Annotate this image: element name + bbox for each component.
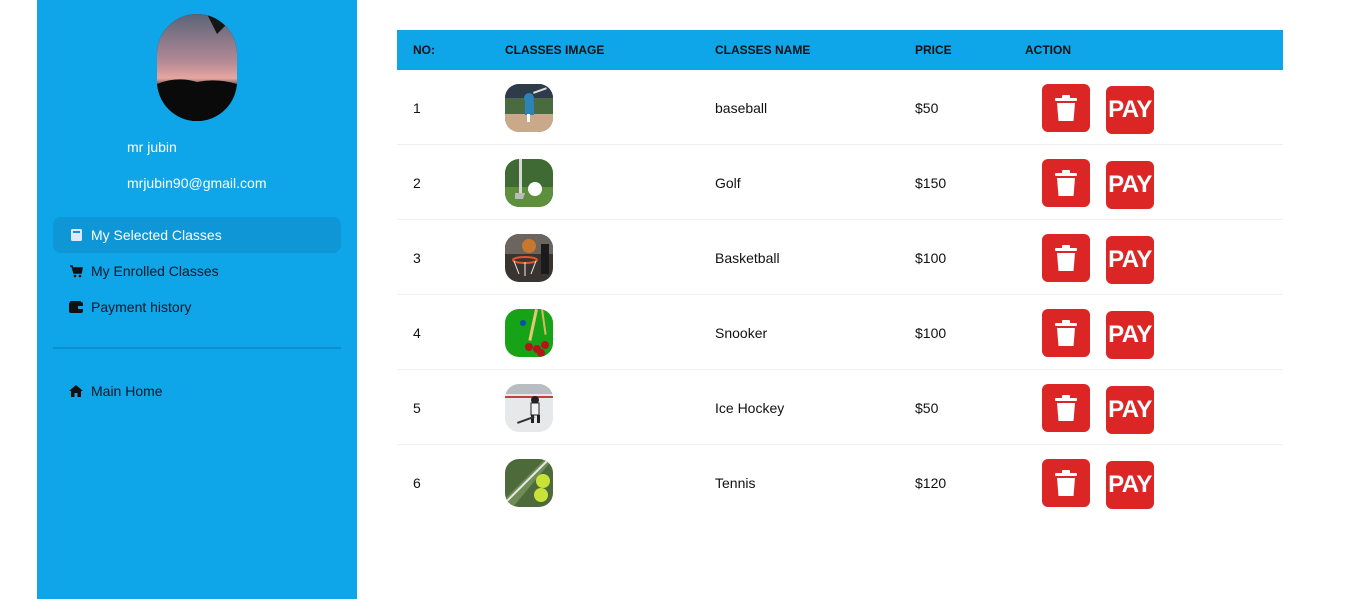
class-price: $50	[915, 399, 939, 416]
class-price: $100	[915, 324, 947, 341]
action-cell: PAY	[1042, 145, 1154, 220]
delete-button[interactable]	[1042, 233, 1090, 282]
basketball-thumb	[505, 233, 553, 282]
golf-thumb	[505, 158, 553, 207]
selected-classes-table: NO: CLASSES IMAGE CLASSES NAME PRICE ACT…	[397, 30, 1283, 520]
pay-button[interactable]: PAY	[1106, 160, 1154, 209]
delete-button[interactable]	[1042, 158, 1090, 207]
ice-hockey-thumb	[505, 383, 553, 432]
pay-button[interactable]: PAY	[1106, 385, 1154, 434]
sidebar-item-main-home[interactable]: Main Home	[53, 373, 341, 409]
action-cell: PAY	[1042, 445, 1154, 520]
class-name: Snooker	[715, 324, 768, 341]
user-name: mr jubin	[127, 139, 177, 155]
trash-icon	[1055, 394, 1077, 421]
sidebar-item-my-selected-classes[interactable]: My Selected Classes	[53, 217, 341, 253]
sidebar-nav: My Selected Classes My Enrolled Classes …	[53, 217, 341, 325]
home-icon	[69, 384, 83, 398]
sidebar-item-payment-history[interactable]: Payment history	[53, 289, 341, 325]
class-image-cell	[505, 220, 553, 295]
header-no: NO:	[413, 43, 435, 57]
class-image-cell	[505, 295, 553, 370]
row-number: 6	[413, 474, 421, 491]
trash-icon	[1055, 244, 1077, 271]
class-name: Basketball	[715, 249, 780, 266]
sidebar-item-my-enrolled-classes[interactable]: My Enrolled Classes	[53, 253, 341, 289]
sidebar-item-label: My Selected Classes	[91, 227, 222, 243]
table-row: 6 Tennis $120 PAY	[397, 445, 1283, 520]
trash-icon	[1055, 319, 1077, 346]
row-number: 3	[413, 249, 421, 266]
pay-button[interactable]: PAY	[1106, 460, 1154, 509]
sidebar-secondary-nav: Main Home	[53, 373, 341, 409]
class-name: Ice Hockey	[715, 399, 785, 416]
delete-button[interactable]	[1042, 383, 1090, 432]
class-name: Golf	[715, 174, 741, 191]
row-number: 4	[413, 324, 421, 341]
row-number: 1	[413, 99, 421, 116]
trash-icon	[1055, 94, 1077, 121]
sidebar-item-label: Main Home	[91, 383, 163, 399]
header-name: CLASSES NAME	[715, 43, 811, 57]
action-cell: PAY	[1042, 295, 1154, 370]
trash-icon	[1055, 469, 1077, 496]
avatar	[157, 14, 237, 121]
class-price: $100	[915, 249, 947, 266]
class-image-cell	[505, 445, 553, 520]
action-cell: PAY	[1042, 220, 1154, 295]
user-email: mrjubin90@gmail.com	[127, 175, 267, 191]
table-header: NO: CLASSES IMAGE CLASSES NAME PRICE ACT…	[397, 30, 1283, 70]
sidebar-item-label: My Enrolled Classes	[91, 263, 219, 279]
row-number: 2	[413, 174, 421, 191]
class-name: baseball	[715, 99, 768, 116]
class-name: Tennis	[715, 474, 756, 491]
header-action: ACTION	[1025, 43, 1071, 57]
trash-icon	[1055, 169, 1077, 196]
sidebar-item-label: Payment history	[91, 299, 192, 315]
pay-button[interactable]: PAY	[1106, 235, 1154, 284]
book-icon	[69, 228, 83, 242]
table-row: 4 Snooker $100 PAY	[397, 295, 1283, 370]
baseball-thumb	[505, 83, 553, 132]
snooker-thumb	[505, 308, 553, 357]
class-image-cell	[505, 70, 553, 145]
delete-button[interactable]	[1042, 83, 1090, 132]
class-image-cell	[505, 370, 553, 445]
header-price: PRICE	[915, 43, 952, 57]
cart-icon	[69, 264, 83, 278]
table-row: 1 baseball $50 PAY	[397, 70, 1283, 145]
class-image-cell	[505, 145, 553, 220]
class-price: $50	[915, 99, 939, 116]
table-row: 5 Ice Hockey $50 PAY	[397, 370, 1283, 445]
table-row: 2 Golf $150 PAY	[397, 145, 1283, 220]
tennis-thumb	[505, 458, 553, 507]
action-cell: PAY	[1042, 70, 1154, 145]
delete-button[interactable]	[1042, 308, 1090, 357]
pay-button[interactable]: PAY	[1106, 310, 1154, 359]
pay-button[interactable]: PAY	[1106, 85, 1154, 134]
table-row: 3 Basketball $100 PAY	[397, 220, 1283, 295]
class-price: $150	[915, 174, 947, 191]
action-cell: PAY	[1042, 370, 1154, 445]
delete-button[interactable]	[1042, 458, 1090, 507]
divider	[53, 347, 341, 349]
header-image: CLASSES IMAGE	[505, 43, 605, 57]
row-number: 5	[413, 399, 421, 416]
wallet-icon	[69, 300, 83, 314]
class-price: $120	[915, 474, 947, 491]
sidebar: mr jubin mrjubin90@gmail.com My Selected…	[37, 0, 357, 599]
